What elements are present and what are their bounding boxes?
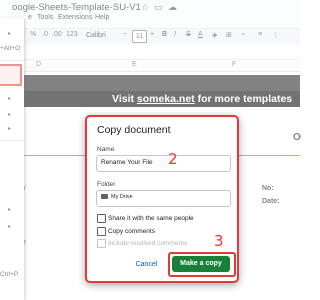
step-number-3: 3	[214, 232, 224, 250]
cancel-button[interactable]: Cancel	[127, 258, 166, 272]
include-resolved-checkbox	[97, 239, 106, 248]
name-input-value: Rename Your File	[101, 159, 153, 166]
make-a-copy-highlight-outline	[168, 252, 236, 277]
include-resolved-label: Include resolved comments	[108, 240, 188, 247]
drive-folder-icon	[101, 194, 108, 199]
folder-value: My Drive	[111, 194, 133, 200]
share-same-people-checkbox[interactable]	[97, 214, 106, 223]
step-number-2: 2	[168, 150, 178, 168]
dialog-title: Copy document	[97, 124, 171, 136]
name-label: Name	[97, 146, 115, 153]
copy-comments-checkbox[interactable]	[97, 227, 106, 236]
share-same-people-label: Share it with the same people	[108, 215, 194, 222]
copy-comments-label: Copy comments	[108, 228, 155, 235]
folder-label: Folder	[97, 181, 116, 188]
